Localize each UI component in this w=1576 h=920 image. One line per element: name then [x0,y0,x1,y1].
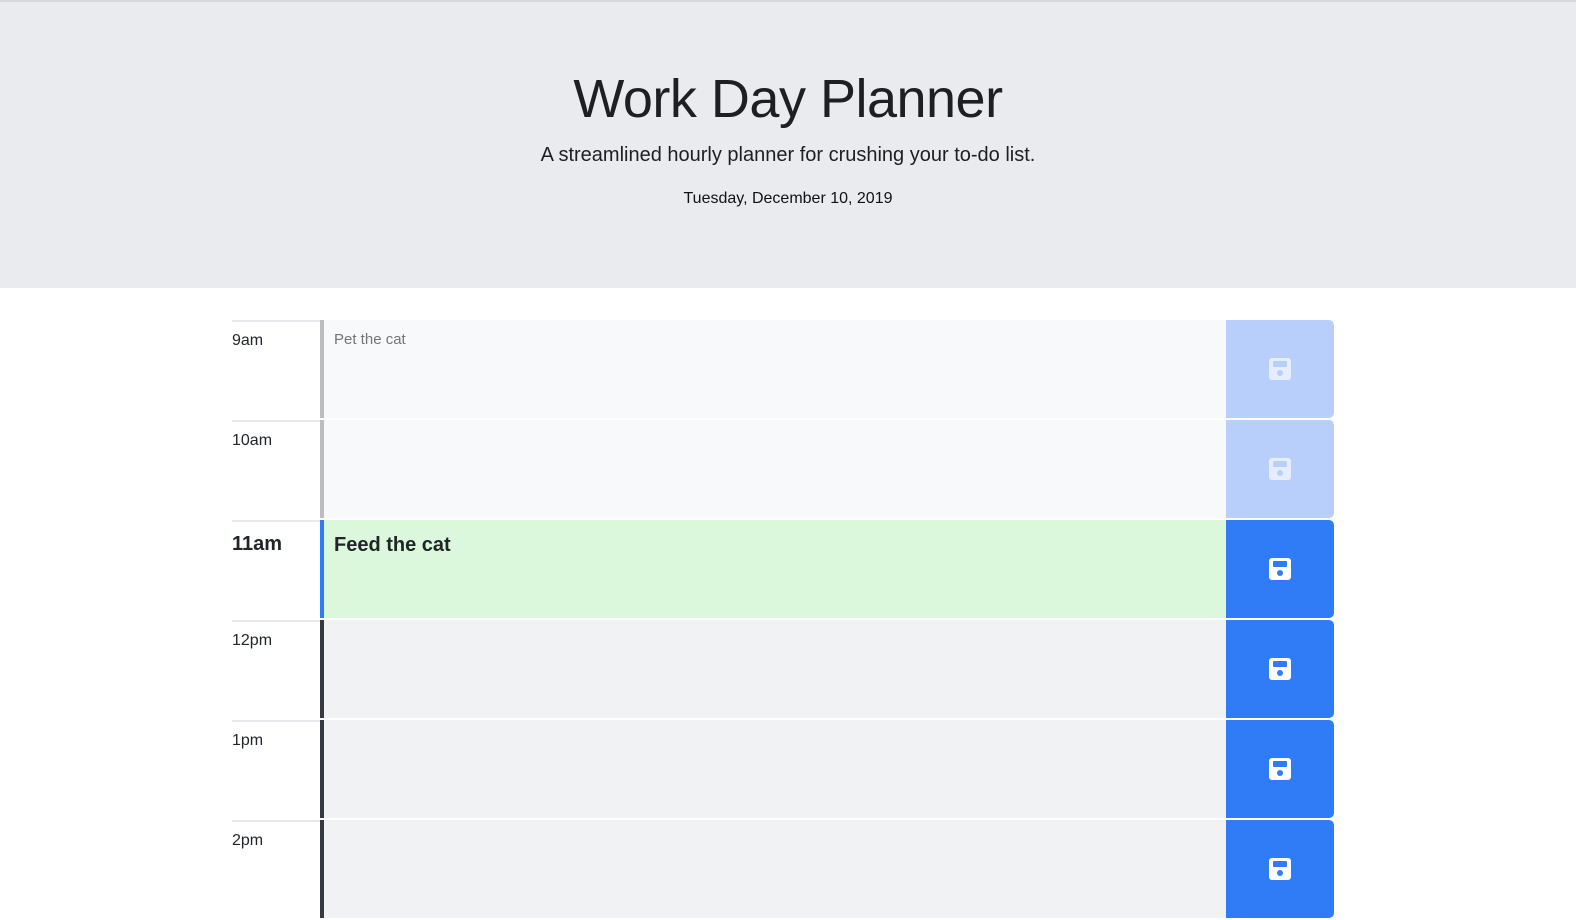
time-block-row: 1pm [232,720,1336,820]
save-button[interactable] [1226,320,1334,418]
floppy-disk-icon [1269,358,1291,380]
hour-label: 9am [232,320,320,420]
time-block-row: 2pm [232,820,1336,920]
save-button[interactable] [1226,420,1334,518]
description-textarea[interactable] [320,820,1226,918]
time-block-list: 9am 10am 11am Feed the cat 12pm 1pm [232,320,1336,920]
save-button[interactable] [1226,620,1334,718]
time-block-row: 9am [232,320,1336,420]
floppy-disk-icon [1269,558,1291,580]
description-textarea[interactable] [320,620,1226,718]
save-button[interactable] [1226,720,1334,818]
floppy-disk-icon [1269,858,1291,880]
time-block-row: 12pm [232,620,1336,720]
jumbotron-header: Work Day Planner A streamlined hourly pl… [0,0,1576,288]
hour-label: 11am [232,520,320,620]
description-textarea[interactable] [320,420,1226,518]
floppy-disk-icon [1269,458,1291,480]
hour-label: 10am [232,420,320,520]
description-textarea[interactable] [320,720,1226,818]
time-block-row: 11am Feed the cat [232,520,1336,620]
save-button[interactable] [1226,820,1334,918]
hour-label: 12pm [232,620,320,720]
save-button[interactable] [1226,520,1334,618]
floppy-disk-icon [1269,658,1291,680]
time-block-row: 10am [232,420,1336,520]
page-title: Work Day Planner [573,69,1003,129]
floppy-disk-icon [1269,758,1291,780]
page-subtitle: A streamlined hourly planner for crushin… [540,144,1036,166]
hour-label: 1pm [232,720,320,820]
description-textarea[interactable] [320,320,1226,418]
current-date: Tuesday, December 10, 2019 [683,190,893,207]
description-textarea[interactable]: Feed the cat [320,520,1226,618]
hour-label: 2pm [232,820,320,920]
